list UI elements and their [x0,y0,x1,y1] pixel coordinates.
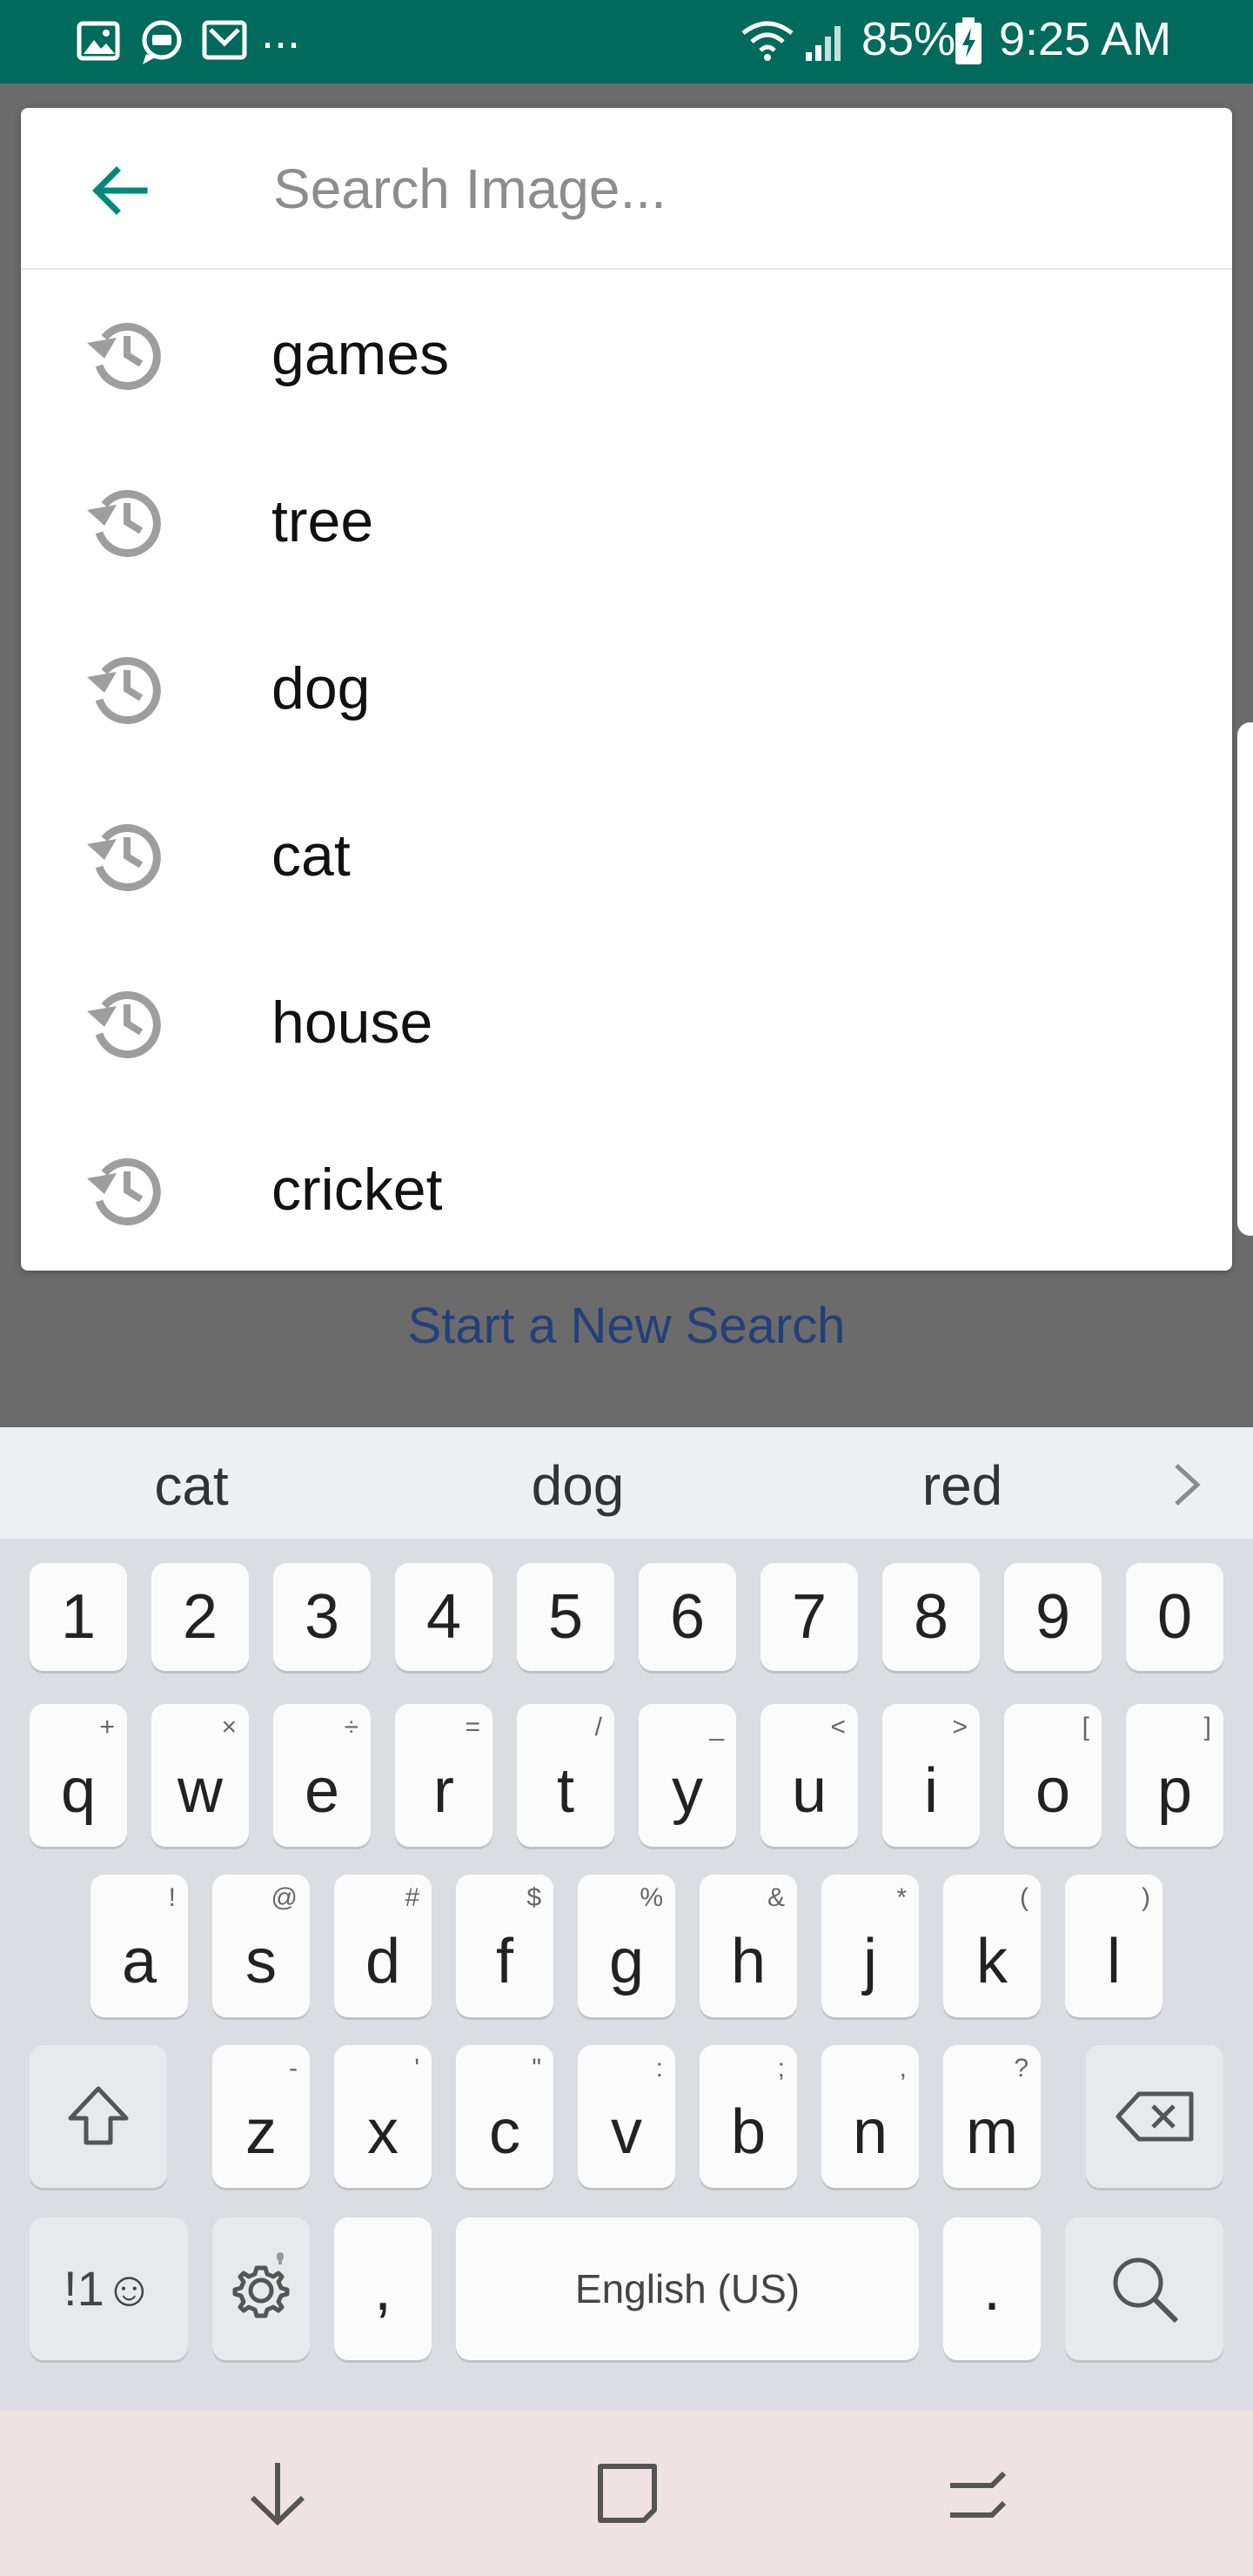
key-9[interactable]: 9 [1004,1563,1102,1671]
back-button[interactable] [82,151,160,230]
key-5[interactable]: 5 [517,1563,614,1671]
history-icon [87,1158,161,1225]
nav-square-icon [598,2464,657,2523]
key-x[interactable]: ' x [334,2045,432,2188]
settings-key[interactable] [212,2217,310,2360]
key-4[interactable]: 4 [395,1563,492,1671]
notifications-more: ... [261,6,301,58]
backspace-key[interactable] [1086,2045,1223,2188]
history-label: cat [271,822,351,889]
navigation-bar [0,2411,1253,2576]
key-w[interactable]: × w [151,1704,249,1847]
comma-key[interactable]: , [334,2217,432,2360]
nav-recents-icon [950,2471,1007,2518]
nav-recents-button[interactable] [938,2454,1016,2532]
key-7[interactable]: 7 [761,1563,858,1671]
history-item-cat[interactable]: cat [21,771,1232,938]
key-d[interactable]: # d [334,1875,432,2017]
search-input[interactable] [271,144,1180,233]
key-f[interactable]: $ f [456,1875,553,2017]
history-item-tree[interactable]: tree [21,437,1232,604]
key-e[interactable]: ÷ e [273,1704,371,1847]
suggestion-red[interactable]: red [832,1453,1093,1518]
battery-charging-icon [954,17,983,70]
key-y[interactable]: _ y [639,1704,736,1847]
period-key[interactable]: . [943,2217,1041,2360]
key-j[interactable]: * j [821,1875,919,2017]
key-n[interactable]: ,n [821,2045,919,2188]
key-v[interactable]: :v [578,2045,675,2188]
history-item-games[interactable]: games [21,270,1232,437]
history-label: dog [271,655,371,721]
history-label: house [271,989,433,1056]
backspace-icon [1116,2091,1194,2142]
battery-percent: 85% [861,13,956,65]
search-key[interactable] [1065,2217,1223,2360]
wifi-icon [740,19,795,67]
history-label: games [271,321,450,387]
search-header [21,108,1232,270]
key-m[interactable]: ? m [943,2045,1041,2188]
key-b[interactable]: ; b [700,2045,797,2188]
key-o[interactable]: [o [1004,1704,1102,1847]
key-8[interactable]: 8 [882,1563,980,1671]
history-item-cricket[interactable]: cricket [21,1105,1232,1272]
key-a[interactable]: ! a [90,1875,188,2017]
gear-icon [232,2252,290,2318]
history-label: cricket [271,1157,443,1223]
clock: 9:25 AM [999,13,1172,65]
history-icon [87,323,161,390]
key-q[interactable]: + q [30,1704,127,1847]
key-g[interactable]: % g [578,1875,675,2017]
search-icon [1113,2257,1179,2324]
nav-back-button[interactable] [238,2454,317,2532]
shift-arrow-icon [68,2086,129,2145]
key-t[interactable]: / t [517,1704,614,1847]
space-key[interactable]: English (US) [456,2217,919,2360]
history-icon [87,490,161,557]
signal-icon [804,19,848,67]
nav-home-button[interactable] [588,2454,667,2532]
arrow-left-icon [92,166,148,215]
key-3[interactable]: 3 [273,1563,371,1671]
key-i[interactable]: > i [882,1704,980,1847]
gallery-notification-icon [77,19,120,67]
key-s[interactable]: @ s [212,1875,310,2017]
key-u[interactable]: < u [761,1704,858,1847]
key-6[interactable]: 6 [639,1563,736,1671]
key-r[interactable]: = r [395,1704,492,1847]
key-2[interactable]: 2 [151,1563,249,1671]
start-new-search-link[interactable]: Start a New Search [0,1297,1253,1355]
shift-key[interactable] [30,2045,167,2188]
messenger-notification-icon [137,19,186,70]
nav-down-arrow-icon [250,2463,305,2526]
suggestion-cat[interactable]: cat [61,1453,322,1518]
status-bar: ... 85% 9:25 AM [0,0,1253,84]
history-item-dog[interactable]: dog [21,604,1232,771]
key-h[interactable]: & h [700,1875,797,2017]
key-c[interactable]: " c [456,2045,553,2188]
history-label: tree [271,488,374,554]
suggestion-bar: cat dog red [0,1427,1253,1539]
edge-panel-handle[interactable] [1237,722,1253,1236]
history-icon [87,657,161,724]
chevron-right-icon[interactable] [1164,1459,1208,1511]
keyboard: cat dog red 1 2 3 4 5 6 7 8 9 0 + q × w ÷ e… [0,1427,1253,2411]
history-icon [87,824,161,891]
history-icon [87,991,161,1058]
key-z[interactable]: -z [212,2045,310,2188]
key-1[interactable]: 1 [30,1563,127,1671]
key-l[interactable]: ) l [1065,1875,1163,2017]
symbols-key[interactable]: !1☺ [30,2217,188,2360]
key-k[interactable]: (k [943,1875,1041,2017]
mail-notification-icon [202,19,247,65]
key-p[interactable]: ] p [1126,1704,1223,1847]
search-card: games tree dog cat house cricket [21,108,1232,1271]
key-0[interactable]: 0 [1126,1563,1223,1671]
suggestion-dog[interactable]: dog [447,1453,708,1518]
history-item-house[interactable]: house [21,938,1232,1105]
